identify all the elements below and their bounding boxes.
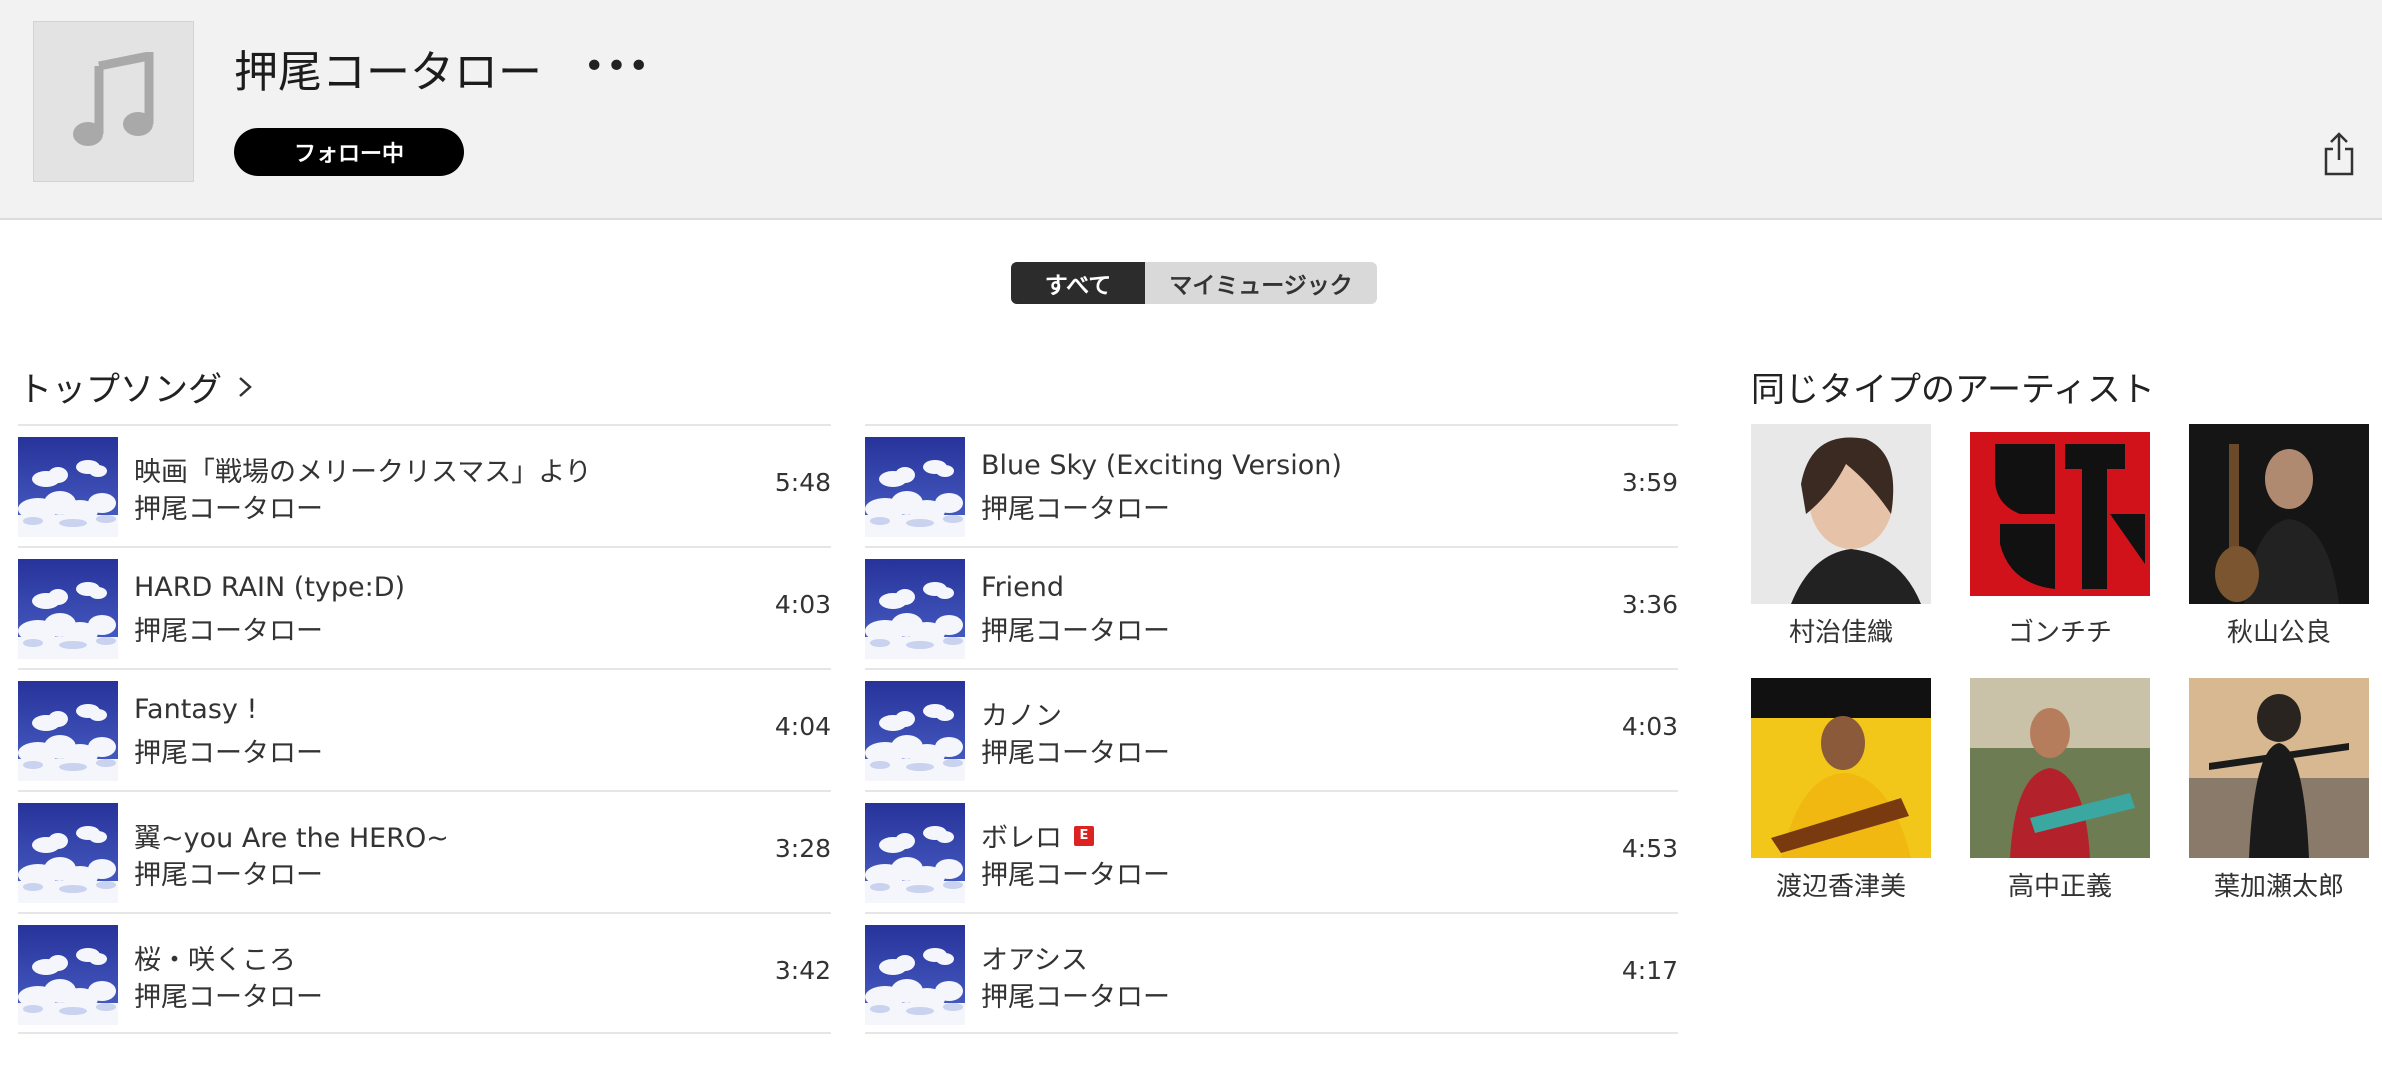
library-filter: すべて マイミュージック: [1011, 262, 1377, 304]
song-artist: 押尾コータロー: [134, 738, 323, 769]
similar-artist-card[interactable]: ゴンチチ: [1970, 424, 2150, 649]
song-duration: 4:03: [1621, 712, 1678, 741]
artist-photo: [1751, 678, 1931, 858]
song-row[interactable]: 映画「戦場のメリークリスマス」より 押尾コータロー 5:48: [18, 424, 831, 546]
song-artist: 押尾コータロー: [981, 494, 1170, 525]
similar-artist-card[interactable]: 高中正義: [1970, 678, 2150, 903]
song-title: HARD RAIN (type:D): [134, 572, 406, 603]
artist-name: 押尾コータロー: [234, 47, 542, 98]
song-title: Friend: [981, 572, 1065, 603]
song-artwork: [18, 925, 118, 1025]
similar-artist-card[interactable]: 渡辺香津美: [1751, 678, 1931, 903]
similar-artist-name: 秋山公良: [2226, 618, 2331, 648]
song-row[interactable]: Friend 押尾コータロー 3:36: [865, 546, 1678, 668]
song-artwork: [865, 437, 965, 537]
song-artwork: [865, 681, 965, 781]
similar-artist-card[interactable]: 葉加瀬太郎: [2189, 678, 2369, 903]
song-row[interactable]: 桜・咲くころ 押尾コータロー 3:42: [18, 912, 831, 1034]
artist-photo: [1751, 424, 1931, 604]
song-duration: 4:04: [774, 712, 831, 741]
song-artist: 押尾コータロー: [981, 616, 1170, 647]
song-title-wrap: 翼~you Are the HERO~: [134, 816, 449, 855]
song-artwork: [865, 925, 965, 1025]
segment-my-music[interactable]: マイミュージック: [1145, 262, 1377, 304]
song-artwork: [18, 559, 118, 659]
top-songs-left-column: 映画「戦場のメリークリスマス」より 押尾コータロー 5:48 HARD RAIN (t…: [18, 424, 831, 1034]
song-artwork: [865, 803, 965, 903]
song-title: 桜・咲くころ: [134, 945, 296, 976]
similar-artist-name: ゴンチチ: [2007, 618, 2112, 648]
share-icon: [2324, 132, 2354, 176]
song-title-wrap: Friend: [981, 572, 1064, 603]
song-duration: 3:59: [1621, 468, 1678, 497]
song-artwork: [18, 681, 118, 781]
song-row[interactable]: HARD RAIN (type:D) 押尾コータロー 4:03: [18, 546, 831, 668]
song-title-wrap: HARD RAIN (type:D): [134, 572, 405, 603]
song-title: カノン: [981, 701, 1062, 732]
more-options-button[interactable]: •••: [584, 36, 650, 96]
song-title-wrap: 映画「戦場のメリークリスマス」より: [134, 450, 592, 489]
similar-artist-name: 葉加瀬太郎: [2213, 872, 2344, 902]
ellipsis-icon: •••: [583, 45, 651, 87]
song-title: Blue Sky (Exciting Version): [981, 450, 1342, 481]
song-row[interactable]: ボレロ E 押尾コータロー 4:53: [865, 790, 1678, 912]
song-artist: 押尾コータロー: [981, 738, 1170, 769]
song-artist: 押尾コータロー: [981, 860, 1170, 891]
song-artwork: [18, 437, 118, 537]
song-title: ボレロ: [981, 823, 1062, 854]
song-row[interactable]: カノン押尾コータロー 4:03: [865, 668, 1678, 790]
song-row[interactable]: オアシス押尾コータロー 4:17: [865, 912, 1678, 1034]
artist-photo: [1970, 678, 2150, 858]
song-title: 映画「戦場のメリークリスマス」より: [134, 457, 592, 488]
similar-artist-name: 渡辺香津美: [1775, 872, 1906, 902]
song-title: 翼~you Are the HERO~: [134, 823, 449, 854]
follow-button[interactable]: フォロー中: [234, 128, 464, 176]
top-songs-heading[interactable]: トップソング: [18, 362, 254, 411]
song-title-wrap: オアシス: [981, 938, 1088, 977]
artist-header: 押尾コータロー ••• フォロー中: [0, 0, 2382, 220]
similar-artists-title: 同じタイプのアーティスト: [1751, 370, 2155, 410]
song-title: オアシス: [981, 945, 1088, 976]
song-row[interactable]: Fantasy ! 押尾コータロー 4:04: [18, 668, 831, 790]
song-artist: 押尾コータロー: [981, 982, 1170, 1013]
top-songs-right-column: Blue Sky (Exciting Version) 押尾コータロー 3:59 Fr…: [865, 424, 1678, 1034]
song-artwork: [865, 559, 965, 659]
song-duration: 4:53: [1621, 834, 1678, 863]
song-duration: 4:17: [1621, 956, 1678, 985]
song-title-wrap: 桜・咲くころ: [134, 938, 296, 977]
song-row[interactable]: 翼~you Are the HERO~ 押尾コータロー 3:28: [18, 790, 831, 912]
song-artist: 押尾コータロー: [134, 982, 323, 1013]
song-artist: 押尾コータロー: [134, 860, 323, 891]
song-row[interactable]: Blue Sky (Exciting Version) 押尾コータロー 3:59: [865, 424, 1678, 546]
song-title-wrap: Blue Sky (Exciting Version): [981, 450, 1342, 481]
share-button[interactable]: [2322, 132, 2356, 176]
song-duration: 3:28: [774, 834, 831, 863]
music-note-icon: [72, 51, 153, 146]
song-duration: 5:48: [774, 468, 831, 497]
song-title-wrap: Fantasy !: [134, 694, 257, 725]
song-duration: 3:36: [1621, 590, 1678, 619]
song-artwork: [18, 803, 118, 903]
similar-artist-card[interactable]: 秋山公良: [2189, 424, 2369, 649]
song-duration: 3:42: [774, 956, 831, 985]
song-title-wrap: カノン: [981, 694, 1062, 733]
artist-photo: [2189, 424, 2369, 604]
similar-artist-name: 村治佳織: [1788, 618, 1893, 648]
chevron-right-icon: [239, 376, 252, 397]
similar-artist-name: 高中正義: [2007, 872, 2112, 902]
song-artist: 押尾コータロー: [134, 494, 323, 525]
similar-artist-card[interactable]: 村治佳織: [1751, 424, 1931, 649]
artist-photo: [2189, 678, 2369, 858]
song-artist: 押尾コータロー: [134, 616, 323, 647]
top-songs-title: トップソング: [18, 370, 222, 410]
song-title-wrap: ボレロ E: [981, 816, 1094, 855]
segment-all[interactable]: すべて: [1011, 262, 1145, 304]
artist-artwork: [33, 21, 194, 182]
song-duration: 4:03: [774, 590, 831, 619]
explicit-badge: E: [1074, 825, 1094, 846]
song-title: Fantasy !: [134, 694, 258, 725]
artist-photo: [1970, 424, 2150, 604]
